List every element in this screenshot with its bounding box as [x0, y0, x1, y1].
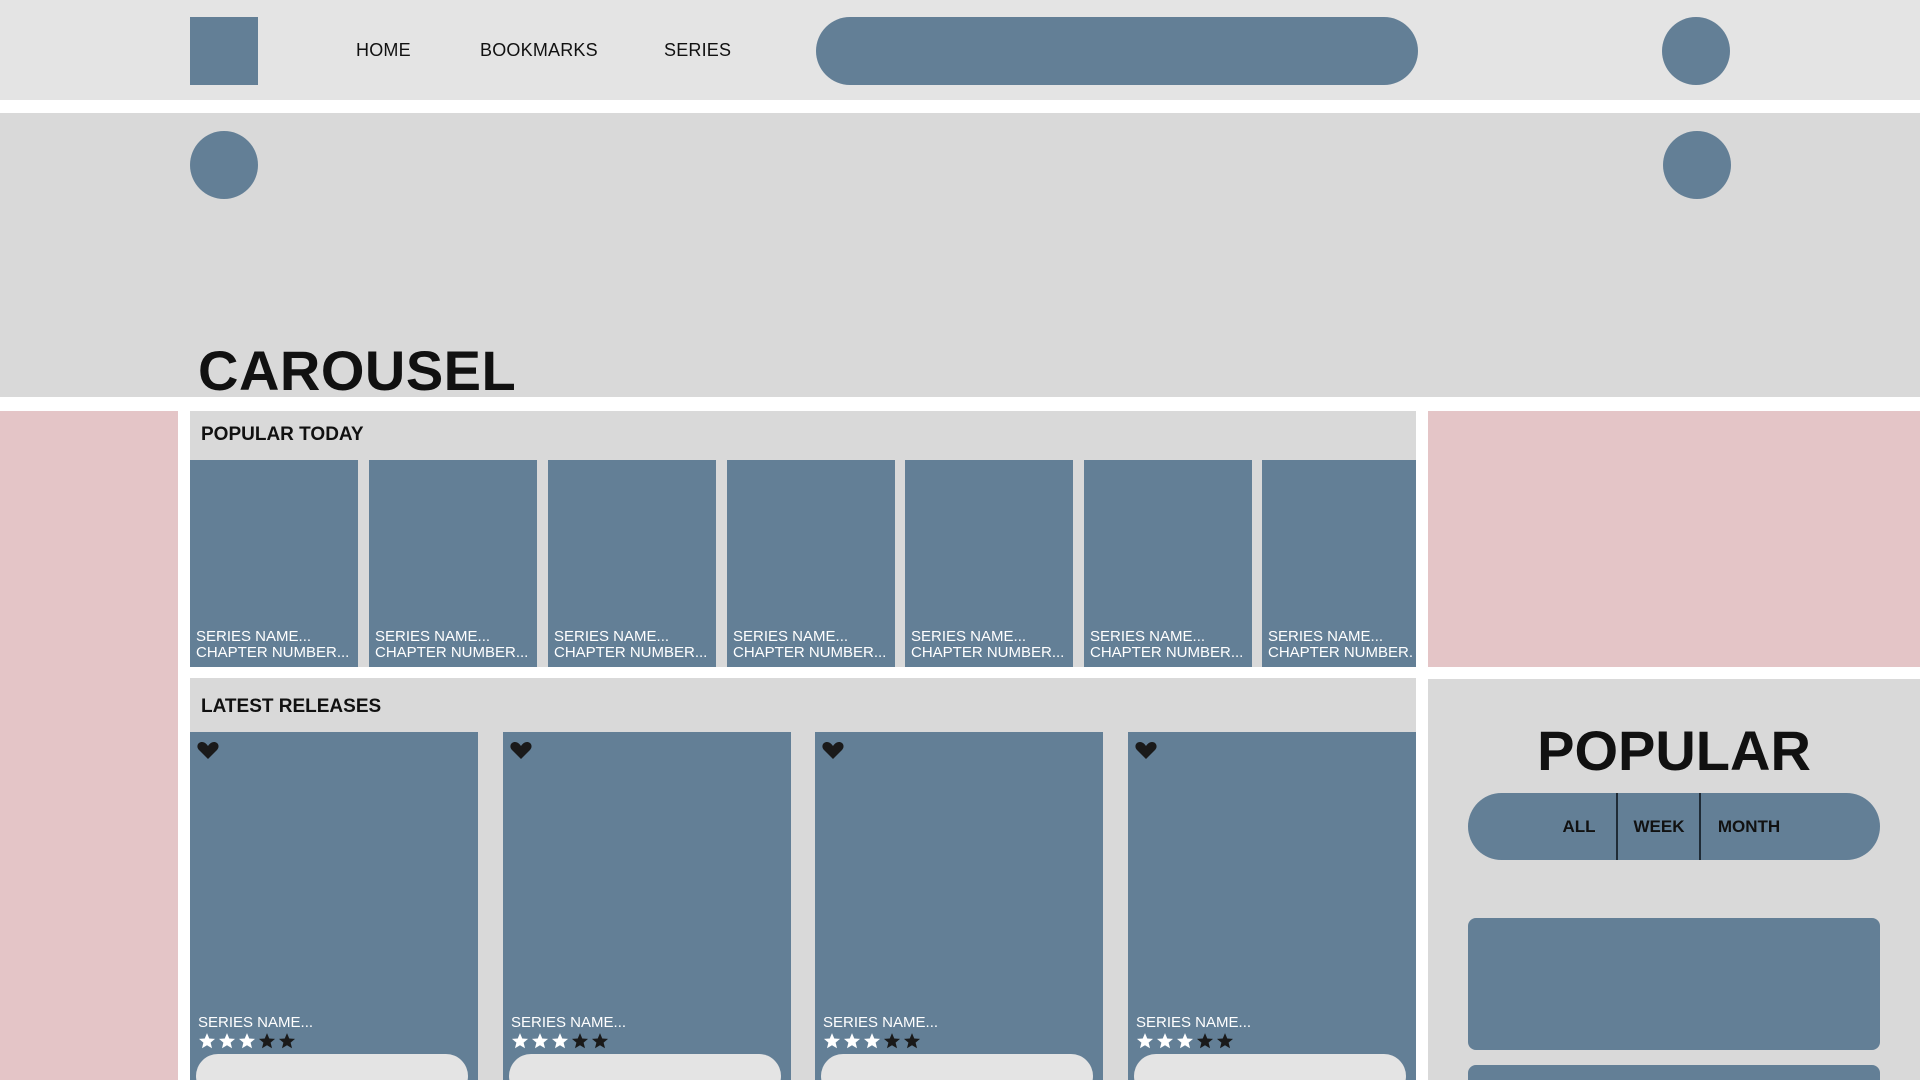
- latest-release-card[interactable]: SERIES NAME... READ CHAP 3: [503, 732, 791, 1080]
- popular-today-card[interactable]: SERIES NAME... CHAPTER NUMBER...: [905, 460, 1073, 667]
- popular-list-item[interactable]: [1468, 1065, 1880, 1080]
- series-name: SERIES NAME...: [733, 628, 849, 645]
- star-empty-icon: [883, 1033, 901, 1049]
- tab-all[interactable]: ALL: [1540, 793, 1618, 860]
- series-name: SERIES NAME...: [196, 628, 312, 645]
- star-filled-icon: [823, 1033, 841, 1049]
- star-rating: [1136, 1032, 1234, 1050]
- popular-today-card[interactable]: SERIES NAME... CHAPTER NUMBER.: [1262, 460, 1416, 667]
- star-filled-icon: [551, 1033, 569, 1049]
- latest-release-card[interactable]: SERIES NAME... READ CHAP 3: [190, 732, 478, 1080]
- popular-today-card[interactable]: SERIES NAME... CHAPTER NUMBER...: [190, 460, 358, 667]
- series-name: SERIES NAME...: [823, 1014, 939, 1031]
- popular-today-card[interactable]: SERIES NAME... CHAPTER NUMBER...: [369, 460, 537, 667]
- star-rating: [823, 1032, 921, 1050]
- star-empty-icon: [258, 1033, 276, 1049]
- star-empty-icon: [1216, 1033, 1234, 1049]
- star-filled-icon: [238, 1033, 256, 1049]
- right-ad-space: [1428, 411, 1920, 667]
- series-name: SERIES NAME...: [911, 628, 1027, 645]
- series-name: SERIES NAME...: [1268, 628, 1384, 645]
- heart-icon[interactable]: [1134, 738, 1158, 762]
- popular-today-card[interactable]: SERIES NAME... CHAPTER NUMBER...: [548, 460, 716, 667]
- carousel-prev-button[interactable]: [190, 131, 258, 199]
- nav-bookmarks-link[interactable]: BOOKMARKS: [480, 40, 598, 61]
- search-input[interactable]: [816, 17, 1418, 85]
- popular-today-card[interactable]: SERIES NAME... CHAPTER NUMBER...: [1084, 460, 1252, 667]
- chapter-number: CHAPTER NUMBER...: [554, 644, 708, 661]
- read-chapter-button[interactable]: READ CHAP 3: [821, 1054, 1093, 1080]
- star-empty-icon: [1196, 1033, 1214, 1049]
- popular-today-card[interactable]: SERIES NAME... CHAPTER NUMBER...: [727, 460, 895, 667]
- series-name: SERIES NAME...: [1136, 1014, 1252, 1031]
- chapter-number: CHAPTER NUMBER...: [733, 644, 887, 661]
- series-name: SERIES NAME...: [375, 628, 491, 645]
- heart-icon[interactable]: [821, 738, 845, 762]
- star-empty-icon: [903, 1033, 921, 1049]
- chapter-number: CHAPTER NUMBER...: [911, 644, 1065, 661]
- star-filled-icon: [863, 1033, 881, 1049]
- site-logo[interactable]: [190, 17, 258, 85]
- latest-releases-title: LATEST RELEASES: [201, 696, 382, 717]
- series-name: SERIES NAME...: [1090, 628, 1206, 645]
- popular-list-item[interactable]: [1468, 918, 1880, 1050]
- popular-title: POPULAR: [1537, 719, 1811, 782]
- star-empty-icon: [278, 1033, 296, 1049]
- read-chapter-button[interactable]: READ CHAP 3: [196, 1054, 468, 1080]
- star-filled-icon: [1156, 1033, 1174, 1049]
- star-empty-icon: [591, 1033, 609, 1049]
- user-avatar[interactable]: [1662, 17, 1730, 85]
- carousel-next-button[interactable]: [1663, 131, 1731, 199]
- star-filled-icon: [1176, 1033, 1194, 1049]
- series-name: SERIES NAME...: [511, 1014, 627, 1031]
- star-rating: [198, 1032, 296, 1050]
- series-name: SERIES NAME...: [554, 628, 670, 645]
- read-chapter-button[interactable]: READ CHAP 3: [1134, 1054, 1406, 1080]
- star-rating: [511, 1032, 609, 1050]
- heart-icon[interactable]: [509, 738, 533, 762]
- heart-icon[interactable]: [196, 738, 220, 762]
- tab-week[interactable]: WEEK: [1618, 793, 1700, 860]
- star-filled-icon: [198, 1033, 216, 1049]
- series-name: SERIES NAME...: [198, 1014, 314, 1031]
- chapter-number: CHAPTER NUMBER.: [1268, 644, 1414, 661]
- chapter-number: CHAPTER NUMBER...: [1090, 644, 1244, 661]
- chapter-number: CHAPTER NUMBER...: [196, 644, 350, 661]
- chapter-number: CHAPTER NUMBER...: [375, 644, 529, 661]
- tab-month[interactable]: MONTH: [1701, 793, 1797, 860]
- star-filled-icon: [218, 1033, 236, 1049]
- latest-release-card[interactable]: SERIES NAME... READ CHAP 3: [815, 732, 1103, 1080]
- nav-home-link[interactable]: HOME: [356, 40, 411, 61]
- star-filled-icon: [531, 1033, 549, 1049]
- star-filled-icon: [511, 1033, 529, 1049]
- star-filled-icon: [843, 1033, 861, 1049]
- star-filled-icon: [1136, 1033, 1154, 1049]
- latest-release-card[interactable]: SERIES NAME... READ CHAP 3: [1128, 732, 1416, 1080]
- read-chapter-button[interactable]: READ CHAP 3: [509, 1054, 781, 1080]
- nav-series-link[interactable]: SERIES: [664, 40, 731, 61]
- left-ad-space: [0, 411, 178, 1080]
- popular-today-title: POPULAR TODAY: [201, 424, 364, 445]
- star-empty-icon: [571, 1033, 589, 1049]
- carousel-title: CAROUSEL: [198, 339, 517, 402]
